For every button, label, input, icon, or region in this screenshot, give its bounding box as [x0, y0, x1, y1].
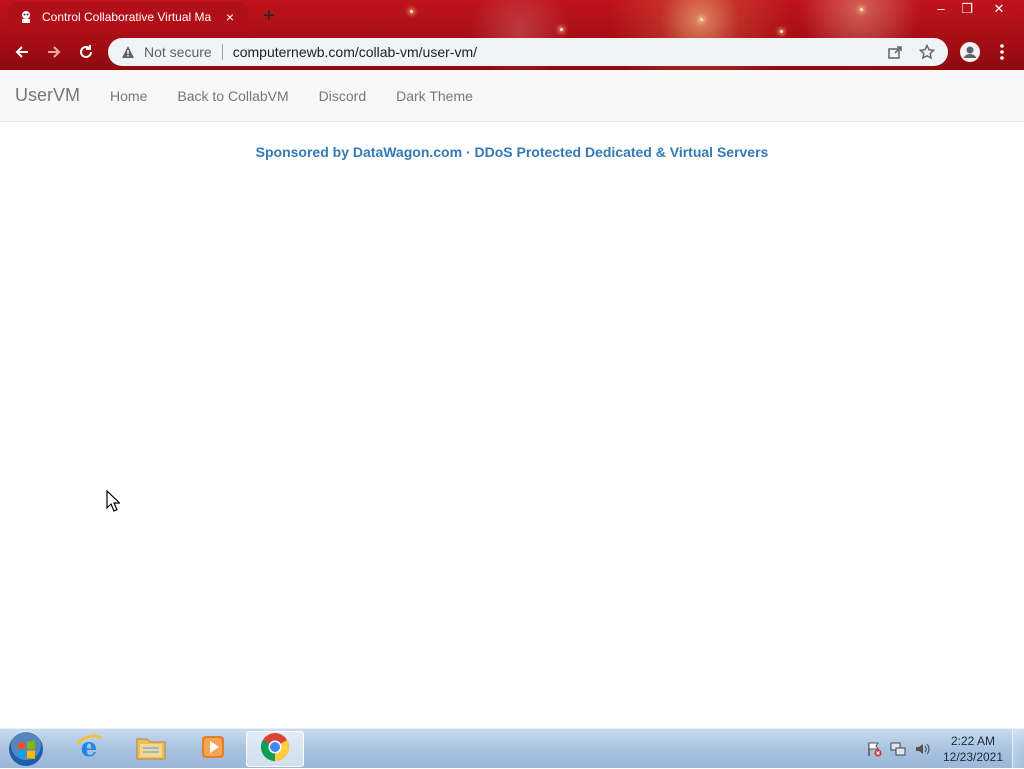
- reload-icon[interactable]: [74, 40, 98, 64]
- restore-button[interactable]: ❐: [952, 0, 982, 20]
- browser-chrome: Control Collaborative Virtual Ma × + – ❐…: [0, 0, 1024, 70]
- url-text[interactable]: computernewb.com/collab-vm/user-vm/: [233, 44, 872, 60]
- kebab-menu-icon[interactable]: [990, 40, 1014, 64]
- profile-icon[interactable]: [958, 40, 982, 64]
- show-desktop-button[interactable]: [1012, 729, 1024, 769]
- folder-icon: [135, 733, 167, 766]
- taskbar-internet-explorer[interactable]: e: [60, 731, 118, 767]
- new-tab-button[interactable]: +: [258, 6, 280, 28]
- chrome-icon: [260, 732, 290, 767]
- network-icon[interactable]: [890, 741, 906, 757]
- sponsor-link[interactable]: Sponsored by DataWagon.com · DDoS Protec…: [0, 144, 1024, 160]
- action-center-flag-icon[interactable]: [866, 741, 882, 757]
- browser-tab[interactable]: Control Collaborative Virtual Ma ×: [8, 2, 248, 32]
- back-arrow-icon[interactable]: [10, 40, 34, 64]
- volume-icon[interactable]: [914, 741, 930, 757]
- warning-triangle-icon[interactable]: [120, 44, 136, 60]
- windows-taskbar: e 2:22 AM 12/23/2021: [0, 728, 1024, 769]
- clock-time: 2:22 AM: [950, 734, 996, 748]
- security-label[interactable]: Not secure: [144, 44, 212, 60]
- star-icon[interactable]: [918, 43, 936, 61]
- nav-link-home[interactable]: Home: [110, 88, 147, 104]
- media-player-icon: [199, 733, 227, 766]
- clock-date: 12/23/2021: [942, 750, 1004, 764]
- taskbar-media-player[interactable]: [184, 731, 242, 767]
- nav-link-discord[interactable]: Discord: [319, 88, 366, 104]
- nav-link-dark-theme[interactable]: Dark Theme: [396, 88, 473, 104]
- forward-arrow-icon[interactable]: [42, 40, 66, 64]
- omnibox-divider: [221, 44, 223, 60]
- tab-title: Control Collaborative Virtual Ma: [42, 10, 212, 24]
- taskbar-chrome[interactable]: [246, 731, 304, 767]
- start-button[interactable]: [6, 730, 46, 768]
- taskbar-clock[interactable]: 2:22 AM 12/23/2021: [938, 733, 1008, 765]
- mouse-cursor-icon: [106, 489, 121, 517]
- site-navbar: UserVM Home Back to CollabVM Discord Dar…: [0, 70, 1024, 122]
- taskbar-file-explorer[interactable]: [122, 731, 180, 767]
- tab-close-icon[interactable]: ×: [222, 9, 238, 25]
- internet-explorer-icon: e: [74, 732, 104, 767]
- nav-link-back-to-collabvm[interactable]: Back to CollabVM: [177, 88, 288, 104]
- navbar-brand[interactable]: UserVM: [15, 85, 80, 106]
- close-window-button[interactable]: ✕: [984, 0, 1014, 20]
- share-icon[interactable]: [886, 43, 904, 61]
- collabvm-favicon-icon: [18, 9, 34, 25]
- address-bar[interactable]: Not secure computernewb.com/collab-vm/us…: [108, 38, 948, 66]
